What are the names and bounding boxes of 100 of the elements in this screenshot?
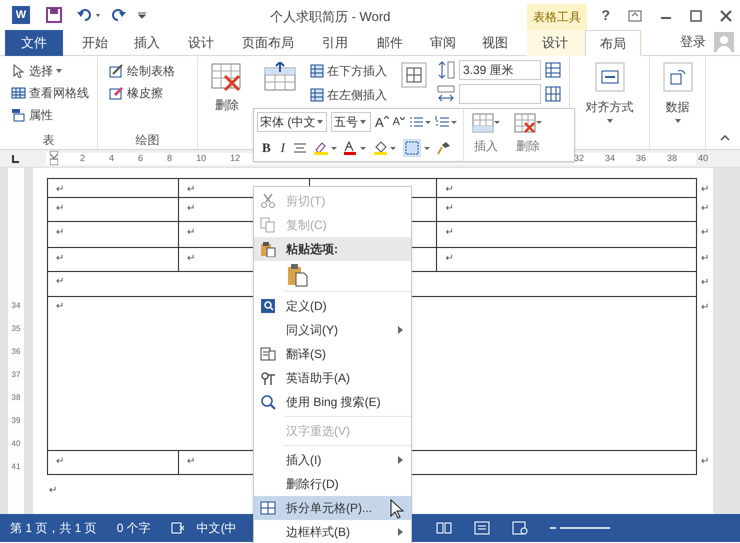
center-align-icon[interactable] xyxy=(293,142,308,154)
ribbon-command[interactable]: 属性 xyxy=(10,106,90,124)
borders-icon[interactable] xyxy=(403,138,432,157)
copy-icon xyxy=(260,217,276,233)
insert-button[interactable]: 插入 xyxy=(472,113,500,161)
menu-item[interactable]: 使用 Bing 搜索(E) xyxy=(286,393,381,411)
table-cell[interactable]: ↵ xyxy=(437,198,697,222)
menu-item[interactable]: 同义词(Y) xyxy=(286,321,338,339)
ruler-number: 36 xyxy=(636,152,646,166)
tab-stop-icon[interactable] xyxy=(10,154,20,164)
caret-icon xyxy=(317,120,324,124)
table-cell[interactable]: ↵ xyxy=(437,248,697,272)
width-field[interactable] xyxy=(459,84,541,104)
shrink-font-button[interactable]: A xyxy=(392,116,406,128)
menu-item[interactable]: 边框样式(B) xyxy=(286,523,350,541)
page-count[interactable]: 第 1 页，共 1 页 xyxy=(10,519,97,537)
font-size-dropdown[interactable]: 五号 xyxy=(331,112,371,132)
search-icon xyxy=(260,394,276,410)
merge-cells-icon[interactable] xyxy=(401,62,427,88)
context-tab-header: 表格工具 xyxy=(527,4,587,30)
ribbon-tab[interactable]: 文件 xyxy=(5,30,63,56)
ribbon-command[interactable]: 绘制表格 xyxy=(108,62,176,80)
help-button[interactable]: ? xyxy=(601,5,610,26)
table-cell[interactable]: ↵ xyxy=(437,222,697,248)
command-icon xyxy=(109,86,124,100)
word-app-icon[interactable]: W xyxy=(12,6,30,24)
ribbon-tab[interactable]: 设计 xyxy=(176,30,226,56)
table-cell[interactable]: ↵ xyxy=(48,451,179,475)
distribute-rows-icon[interactable] xyxy=(545,62,561,78)
alignment-button[interactable]: 对齐方式 xyxy=(570,56,649,131)
ribbon-tab[interactable]: 审阅 xyxy=(418,30,468,56)
maximize-icon[interactable] xyxy=(690,10,702,22)
indent-marker-icon[interactable] xyxy=(50,151,58,165)
caret-up-icon xyxy=(384,116,389,118)
ribbon-tab[interactable]: 开始 xyxy=(70,30,120,56)
redo-icon[interactable] xyxy=(110,7,128,23)
table-cell[interactable]: ↵ xyxy=(48,198,179,222)
ribbon-tab[interactable]: 页面布局 xyxy=(230,30,306,56)
menu-item[interactable]: 英语助手(A) xyxy=(286,369,350,387)
distribute-columns-icon[interactable] xyxy=(545,86,561,102)
language-indicator[interactable]: 中文(中 xyxy=(196,519,237,537)
bullet-list-icon[interactable] xyxy=(409,115,432,129)
table-cell[interactable]: ↵ xyxy=(48,248,179,272)
ribbon-display-icon[interactable] xyxy=(628,10,642,22)
close-icon[interactable] xyxy=(720,10,732,22)
bold-button[interactable]: B xyxy=(262,138,271,158)
italic-button[interactable]: I xyxy=(280,138,286,158)
highlight-icon[interactable] xyxy=(313,140,338,155)
ruler-number: 2 xyxy=(80,152,86,166)
table-cell[interactable]: ↵ xyxy=(437,179,697,198)
paste-option-icon[interactable] xyxy=(286,263,308,287)
height-field[interactable]: 3.39 厘米 xyxy=(459,60,541,80)
delete-button[interactable]: 删除 xyxy=(514,113,542,161)
save-icon[interactable] xyxy=(46,7,62,23)
word-count[interactable]: 0 个字 xyxy=(116,519,151,537)
ribbon-tab[interactable]: 邮件 xyxy=(365,30,415,56)
customize-caret-icon[interactable] xyxy=(138,11,146,19)
undo-icon[interactable] xyxy=(76,7,102,23)
ribbon-command[interactable]: 橡皮擦 xyxy=(108,84,176,102)
delete-table-button[interactable]: 删除 xyxy=(202,56,252,131)
menu-item[interactable]: 翻译(S) xyxy=(286,345,326,363)
grow-font-button[interactable]: A xyxy=(375,116,389,128)
menu-item[interactable]: 删除行(D) xyxy=(286,475,339,493)
ribbon-tab[interactable]: 视图 xyxy=(470,30,520,56)
data-button[interactable]: 数据 xyxy=(650,56,705,131)
ribbon-command[interactable]: 在下方插入 xyxy=(310,62,387,80)
font-color-icon[interactable] xyxy=(343,140,368,155)
sign-in-link[interactable]: 登录 xyxy=(680,32,706,52)
magnifier-book-icon xyxy=(260,298,276,314)
ruler-number: 38 xyxy=(12,392,20,404)
caret-icon xyxy=(674,119,680,123)
numbered-list-icon[interactable] xyxy=(435,115,458,129)
ruler-number: 40 xyxy=(698,152,708,166)
proofing-icon[interactable] xyxy=(170,522,185,534)
translate-icon xyxy=(260,346,276,362)
ribbon-tab[interactable]: 插入 xyxy=(122,30,172,56)
ribbon-tab[interactable]: 设计 xyxy=(527,30,583,56)
format-painter-icon[interactable] xyxy=(437,140,452,155)
ruler-number: 35 xyxy=(12,323,20,335)
alignment-icon xyxy=(594,62,624,92)
end-of-row-mark: ↵ xyxy=(701,252,709,266)
table-cell[interactable]: ↵ xyxy=(48,222,179,248)
insert-above-icon[interactable] xyxy=(264,62,298,92)
web-layout-icon[interactable] xyxy=(512,521,528,535)
ribbon-command[interactable]: 选择 xyxy=(10,62,90,80)
ribbon-command[interactable]: 查看网格线 xyxy=(10,84,90,102)
read-mode-icon[interactable] xyxy=(436,521,452,535)
caret-down-icon xyxy=(400,116,406,120)
ribbon-tab[interactable]: 布局 xyxy=(585,30,641,56)
ribbon-tab[interactable]: 引用 xyxy=(310,30,360,56)
menu-item[interactable]: 定义(D) xyxy=(286,297,327,315)
table-cell[interactable]: ↵ xyxy=(48,179,179,198)
collapse-ribbon-icon[interactable] xyxy=(720,135,730,141)
caret-icon xyxy=(360,120,366,124)
ruler-number: 41 xyxy=(12,461,20,473)
font-dropdown[interactable]: 宋体 (中文 xyxy=(257,112,327,132)
ribbon-command[interactable]: 在左侧插入 xyxy=(310,86,387,104)
print-layout-icon[interactable] xyxy=(474,521,490,535)
group-label: 表 xyxy=(42,132,54,149)
shading-icon[interactable] xyxy=(373,140,398,155)
